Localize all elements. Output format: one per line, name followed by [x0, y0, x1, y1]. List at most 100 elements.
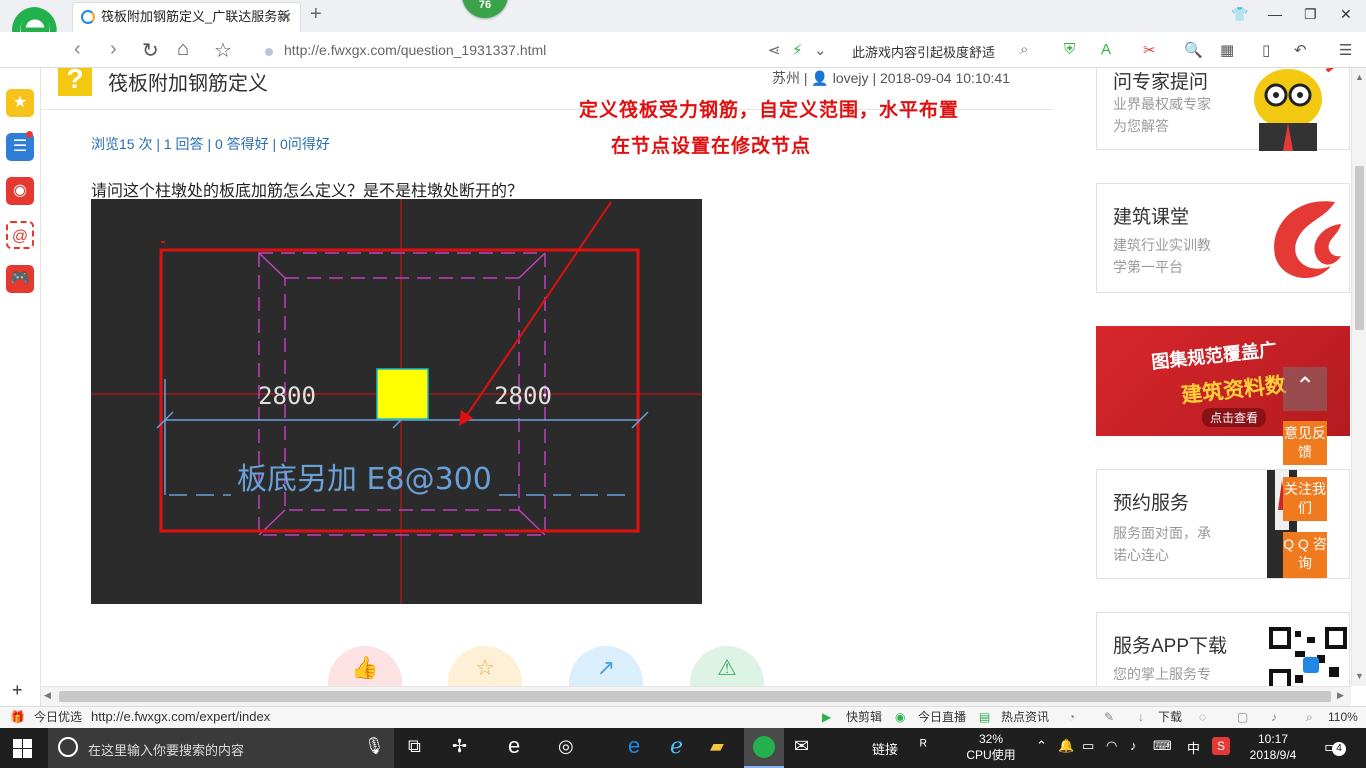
volume-icon[interactable]: ♪	[1271, 707, 1277, 727]
today-picks[interactable]: 今日优选	[34, 707, 82, 727]
annotation-line-1: 定义筏板受力钢筋，自定义范围，水平布置	[579, 99, 960, 121]
building-class-card[interactable]: 建筑课堂 建筑行业实训教 学第一平台	[1096, 183, 1350, 293]
shirt-icon[interactable]: 👕	[1231, 6, 1248, 23]
speed-icon[interactable]: ◔	[1068, 707, 1075, 727]
undo-icon[interactable]: ↶	[1294, 41, 1307, 59]
qq-consult-label: Q Q 咨询	[1283, 536, 1327, 571]
ie-app-icon[interactable]: e	[508, 733, 520, 759]
people-icon[interactable]: ᴿ	[920, 737, 927, 754]
horizontal-scroll-thumb[interactable]	[59, 691, 1331, 702]
browser-sidebar: ★ ☰ ◉ @ 🎮 +	[0, 68, 41, 706]
cpu-meter[interactable]: 32% CPU使用	[960, 731, 1022, 763]
zoom-level[interactable]: 110%	[1328, 707, 1358, 727]
refresh-status-icon[interactable]: ◌	[1199, 707, 1206, 727]
back-button[interactable]: ‹	[74, 38, 81, 61]
action-center-button[interactable]: ▭ 4	[1320, 736, 1348, 760]
question-author[interactable]: lovejy	[833, 70, 869, 86]
close-window-button[interactable]: ✕	[1340, 6, 1352, 23]
qq-consult-button[interactable]: Q Q 咨询	[1283, 532, 1327, 578]
spiral-app-icon[interactable]: ◎	[558, 736, 574, 757]
statusbar-item-live[interactable]: 今日直播	[918, 707, 966, 727]
scroll-up-icon[interactable]: ▲	[1355, 72, 1364, 82]
translate-icon[interactable]: A	[1101, 41, 1111, 58]
favorites-star-icon[interactable]: ★	[6, 89, 34, 117]
chevron-down-icon[interactable]: ⌄	[814, 41, 827, 59]
home-button[interactable]: ⌂	[177, 38, 189, 61]
scissors-icon[interactable]: ✂	[1143, 41, 1156, 59]
task-view-icon[interactable]: ⧉	[408, 736, 421, 757]
apps-grid-icon[interactable]: ▦	[1220, 41, 1234, 59]
reload-button[interactable]: ↻	[142, 38, 159, 63]
new-tab-button[interactable]: +	[310, 3, 322, 26]
microphone-icon[interactable]: 🎙	[364, 736, 384, 756]
tray-battery-icon[interactable]: ▭	[1082, 738, 1094, 754]
tray-volume-icon[interactable]: ♪	[1130, 738, 1137, 753]
mail-at-icon[interactable]: @	[6, 221, 34, 249]
app-download-title: 服务APP下载	[1113, 636, 1228, 657]
tray-keyboard-icon[interactable]: ⌨	[1153, 738, 1172, 754]
fan-app-icon[interactable]: ✢	[452, 736, 467, 757]
notification-badge[interactable]: 76	[462, 0, 508, 18]
share-edit-icon[interactable]: ↗	[569, 646, 643, 686]
horizontal-scrollbar[interactable]: ◀ ▶	[41, 686, 1351, 706]
star-favorite-icon[interactable]: ☆	[448, 646, 522, 686]
vertical-scrollbar[interactable]: ▲ ▼	[1351, 68, 1366, 686]
scroll-left-icon[interactable]: ◀	[44, 690, 51, 701]
lightning-icon[interactable]: ⚡	[792, 41, 803, 59]
taskbar-clock[interactable]: 10:17 2018/9/4	[1240, 731, 1306, 763]
forward-button[interactable]: ›	[110, 38, 117, 61]
share-icon[interactable]: ⋖	[768, 41, 781, 59]
banner-cta: 点击查看	[1202, 408, 1267, 427]
tray-link-label[interactable]: 链接	[872, 739, 898, 758]
address-bar[interactable]: http://e.fwxgx.com/question_1931337.html	[284, 42, 546, 58]
feedback-button[interactable]: 意见反馈	[1283, 421, 1327, 465]
thumbs-up-icon[interactable]: 👍	[328, 646, 402, 686]
tablet-icon[interactable]: ▯	[1262, 41, 1270, 59]
magnifier-icon[interactable]: 🔍	[1184, 41, 1203, 59]
windows-taskbar: 在这里输入你要搜索的内容 🎙 ⧉ ✢ e ◎ e ℯ ▰ ✉ 链接 ᴿ 32% …	[0, 728, 1366, 768]
close-tab-icon[interactable]: ✕	[280, 3, 292, 31]
statusbar-item-clip[interactable]: 快剪辑	[846, 707, 882, 727]
game-controller-icon[interactable]: 🎮	[6, 265, 34, 293]
menu-icon[interactable]: ☰	[1339, 41, 1352, 59]
back-to-top-button[interactable]: ⌃	[1283, 367, 1327, 411]
app-download-card[interactable]: 服务APP下载 您的掌上服务专	[1096, 612, 1350, 686]
ime-indicator[interactable]: 中	[1187, 738, 1200, 757]
tray-wifi-icon[interactable]: ◠	[1106, 738, 1117, 754]
statusbar-item-news[interactable]: 热点资讯	[1001, 707, 1049, 727]
scroll-right-icon[interactable]: ▶	[1337, 690, 1344, 701]
edge-browser-icon[interactable]: e	[628, 733, 640, 759]
weibo-icon[interactable]: ◉	[6, 177, 34, 205]
active-browser-task[interactable]	[744, 728, 784, 768]
question-city: 苏州	[772, 70, 800, 86]
tray-bell-icon[interactable]: 🔔	[1058, 738, 1074, 754]
window-icon[interactable]: ▢	[1237, 707, 1248, 727]
pin-icon[interactable]: ✎	[1104, 707, 1114, 727]
address-slogan[interactable]: 此游戏内容引起极度舒适	[852, 42, 995, 61]
taskbar-search-placeholder: 在这里输入你要搜索的内容	[88, 743, 245, 758]
zoom-icon[interactable]: ⌕	[1306, 707, 1313, 727]
sogou-ime-icon[interactable]: S	[1212, 737, 1230, 755]
scroll-down-icon[interactable]: ▼	[1355, 671, 1364, 681]
favorite-star-icon[interactable]: ☆	[214, 38, 232, 63]
taskbar-search-box[interactable]: 在这里输入你要搜索的内容 🎙	[48, 728, 394, 768]
report-warning-icon[interactable]: ⚠	[690, 646, 764, 686]
cpu-percent: 32%	[978, 732, 1004, 746]
minimize-button[interactable]: —	[1268, 6, 1282, 22]
browser-tab[interactable]: 筏板附加钢筋定义_广联达服务新 ✕	[72, 2, 301, 32]
restore-button[interactable]: ❐	[1304, 6, 1317, 23]
statusbar-item-download[interactable]: 下载	[1158, 707, 1182, 727]
file-explorer-icon[interactable]: ▰	[710, 736, 724, 757]
ask-expert-card[interactable]: 问专家提问 业界最权威专家 为您解答	[1096, 68, 1350, 151]
add-sidebar-icon[interactable]: +	[12, 680, 23, 701]
vertical-scroll-thumb[interactable]	[1355, 166, 1364, 330]
internet-explorer-icon[interactable]: ℯ	[670, 733, 683, 759]
search-icon[interactable]: ⌕	[1020, 41, 1028, 58]
shield-icon[interactable]: ⛨	[1064, 41, 1075, 58]
tray-expand-icon[interactable]: ⌃	[1036, 738, 1047, 754]
mail-app-icon[interactable]: ✉	[794, 736, 809, 757]
follow-us-button[interactable]: 关注我们	[1283, 477, 1327, 521]
gift-icon[interactable]: 🎁	[10, 707, 25, 727]
windows-start-icon[interactable]	[13, 739, 32, 758]
qr-code-icon[interactable]	[1269, 627, 1347, 686]
